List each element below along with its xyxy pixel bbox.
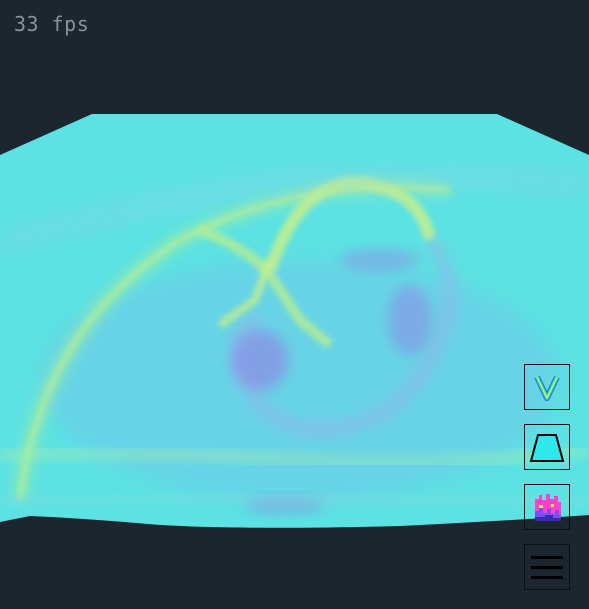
app-root: 33 fps — [0, 0, 589, 609]
projection-button[interactable] — [524, 424, 570, 470]
surface-mesh — [0, 114, 589, 528]
trapezoid-icon — [529, 434, 565, 462]
hamburger-menu-icon — [531, 556, 563, 579]
menu-button[interactable] — [524, 544, 570, 590]
v-gradient-icon — [534, 375, 560, 401]
color-scale-button[interactable] — [524, 364, 570, 410]
fps-counter: 33 fps — [14, 12, 90, 36]
histogram-button[interactable] — [524, 484, 570, 530]
histogram-icon — [535, 494, 561, 521]
surface-viewport[interactable] — [0, 0, 589, 609]
